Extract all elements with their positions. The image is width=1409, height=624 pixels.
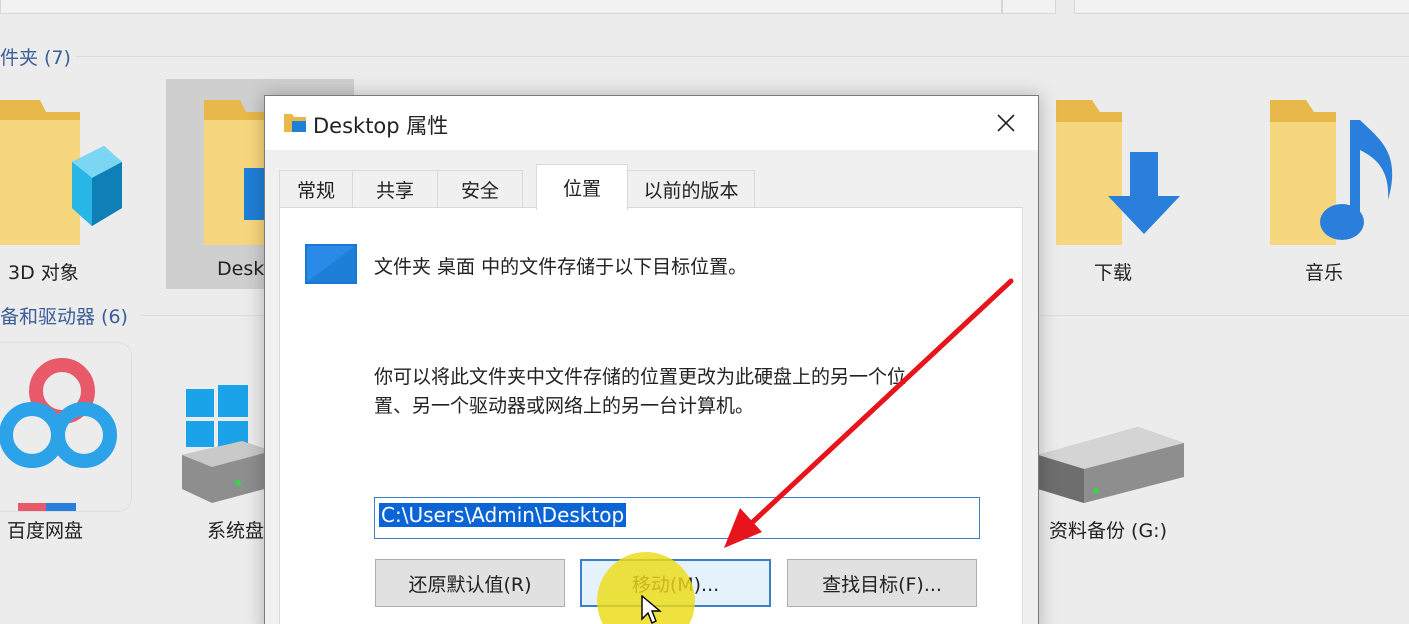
location-description-line1: 你可以将此文件夹中文件存储的位置更改为此硬盘上的另一个位 [374, 366, 907, 388]
windows-drive-icon [182, 385, 272, 503]
drive-baidu[interactable] [0, 342, 132, 512]
explorer-toolbar [0, 0, 1409, 14]
dialog-titlebar[interactable]: Desktop 属性 [265, 96, 1038, 150]
folder-3d-objects[interactable] [0, 90, 130, 260]
drive-backup-g[interactable] [1038, 425, 1188, 505]
location-info-text: 文件夹 桌面 中的文件存储于以下目标位置。 [374, 256, 748, 278]
drive-label-g: 资料备份 (G:) [1049, 520, 1167, 542]
drive-label-system: 系统盘 [207, 520, 265, 542]
folder-label-desktop: Desk [217, 258, 265, 280]
location-description-line2: 置、另一个驱动器或网络上的另一台计算机。 [374, 395, 755, 417]
restore-default-button[interactable]: 还原默认值(R) [375, 559, 565, 607]
tab-general[interactable]: 常规 [279, 170, 353, 208]
folders-group-header[interactable]: 件夹 (7) [0, 43, 71, 70]
drive-label-baidu: 百度网盘 [7, 520, 84, 542]
music-note-icon [1270, 100, 1393, 245]
target-path-value: C:\Users\Admin\Desktop [379, 503, 627, 527]
folder-music[interactable] [1266, 100, 1406, 250]
tab-location[interactable]: 位置 [536, 164, 628, 210]
hard-drive-icon [1038, 427, 1184, 503]
tab-security[interactable]: 安全 [437, 170, 523, 208]
folders-group-divider [76, 56, 1409, 57]
find-target-button[interactable]: 查找目标(F)... [787, 559, 977, 607]
target-path-input[interactable]: C:\Users\Admin\Desktop [374, 497, 980, 539]
folder-download-icon [1056, 100, 1180, 245]
close-button[interactable] [988, 106, 1024, 140]
folder-downloads[interactable] [1052, 100, 1192, 250]
address-bar[interactable] [0, 0, 1002, 14]
baidu-netdisk-icon [0, 358, 117, 511]
tab-sharing[interactable]: 共享 [352, 170, 438, 208]
folder-label-downloads: 下载 [1094, 262, 1133, 284]
folder-icon [284, 112, 306, 136]
drive-system[interactable] [182, 385, 272, 505]
refresh-button[interactable] [1002, 0, 1056, 14]
folder-label-music: 音乐 [1305, 262, 1344, 284]
folder-label-3d: 3D 对象 [8, 262, 79, 284]
tab-previous-versions[interactable]: 以前的版本 [627, 170, 755, 208]
drives-group-header[interactable]: 备和驱动器 (6) [0, 302, 128, 329]
desktop-icon [305, 244, 357, 288]
folder-3d-icon [0, 100, 122, 245]
properties-dialog: Desktop 属性 常规 共享 安全 位置 以前的版本 文件夹 桌面 中的文件… [264, 95, 1039, 624]
close-icon [997, 114, 1015, 132]
dialog-title: Desktop 属性 [313, 114, 449, 138]
mouse-pointer-icon [641, 594, 665, 624]
search-input[interactable] [1074, 0, 1409, 14]
